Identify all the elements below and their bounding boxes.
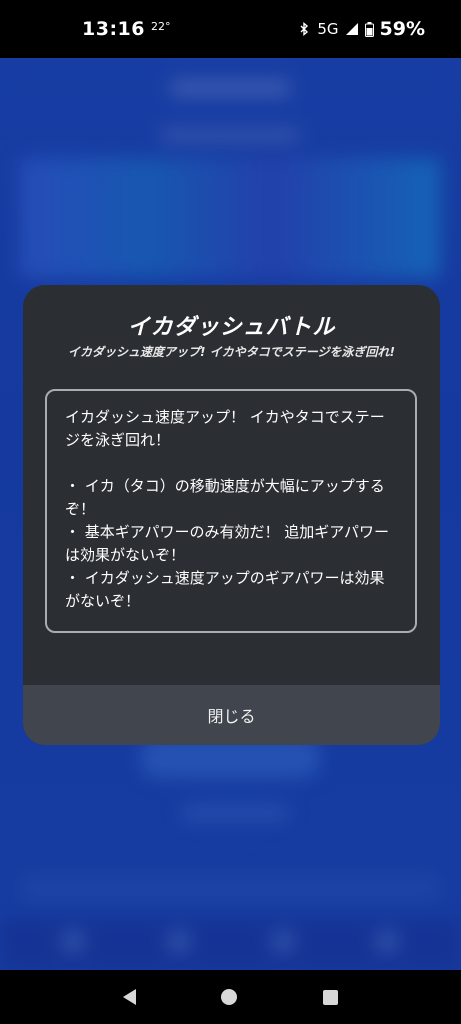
description-bullet: ・ 基本ギアパワーのみ有効だ！ 追加ギアパワーは効果がないぞ！ — [65, 523, 389, 564]
battery-percentage: 59% — [379, 18, 425, 40]
signal-icon — [345, 23, 358, 35]
status-right: 5G 59% — [297, 18, 425, 40]
network-type: 5G — [317, 20, 339, 38]
dialog-title: イカダッシュバトル — [127, 315, 336, 340]
close-button[interactable]: 閉じる — [23, 685, 440, 745]
info-dialog: イカダッシュバトル イカダッシュ速度アップ! イカやタコでステージを泳ぎ回れ! … — [23, 285, 440, 745]
dialog-subtitle: イカダッシュ速度アップ! イカやタコでステージを泳ぎ回れ! — [68, 345, 395, 359]
description-box: イカダッシュ速度アップ！ イカやタコでステージを泳ぎ回れ！ ・ イカ（タコ）の移… — [45, 389, 417, 633]
description-bullet: ・ イカダッシュ速度アップのギアパワーは効果がないぞ！ — [65, 569, 385, 610]
clock: 13:16 — [82, 18, 145, 40]
status-left: 13:16 22° — [82, 18, 170, 40]
back-icon[interactable] — [122, 989, 136, 1005]
temperature: 22° — [150, 20, 171, 33]
battery-icon — [364, 21, 374, 37]
description-bullet: ・ イカ（タコ）の移動速度が大幅にアップするぞ！ — [65, 477, 385, 518]
home-icon[interactable] — [221, 989, 238, 1005]
status-bar: 13:16 22° 5G 59% — [0, 0, 461, 58]
description-intro: イカダッシュ速度アップ！ イカやタコでステージを泳ぎ回れ！ — [65, 408, 385, 449]
recents-icon[interactable] — [323, 989, 339, 1005]
bluetooth-icon — [300, 22, 309, 36]
system-nav-bar — [0, 970, 461, 1024]
